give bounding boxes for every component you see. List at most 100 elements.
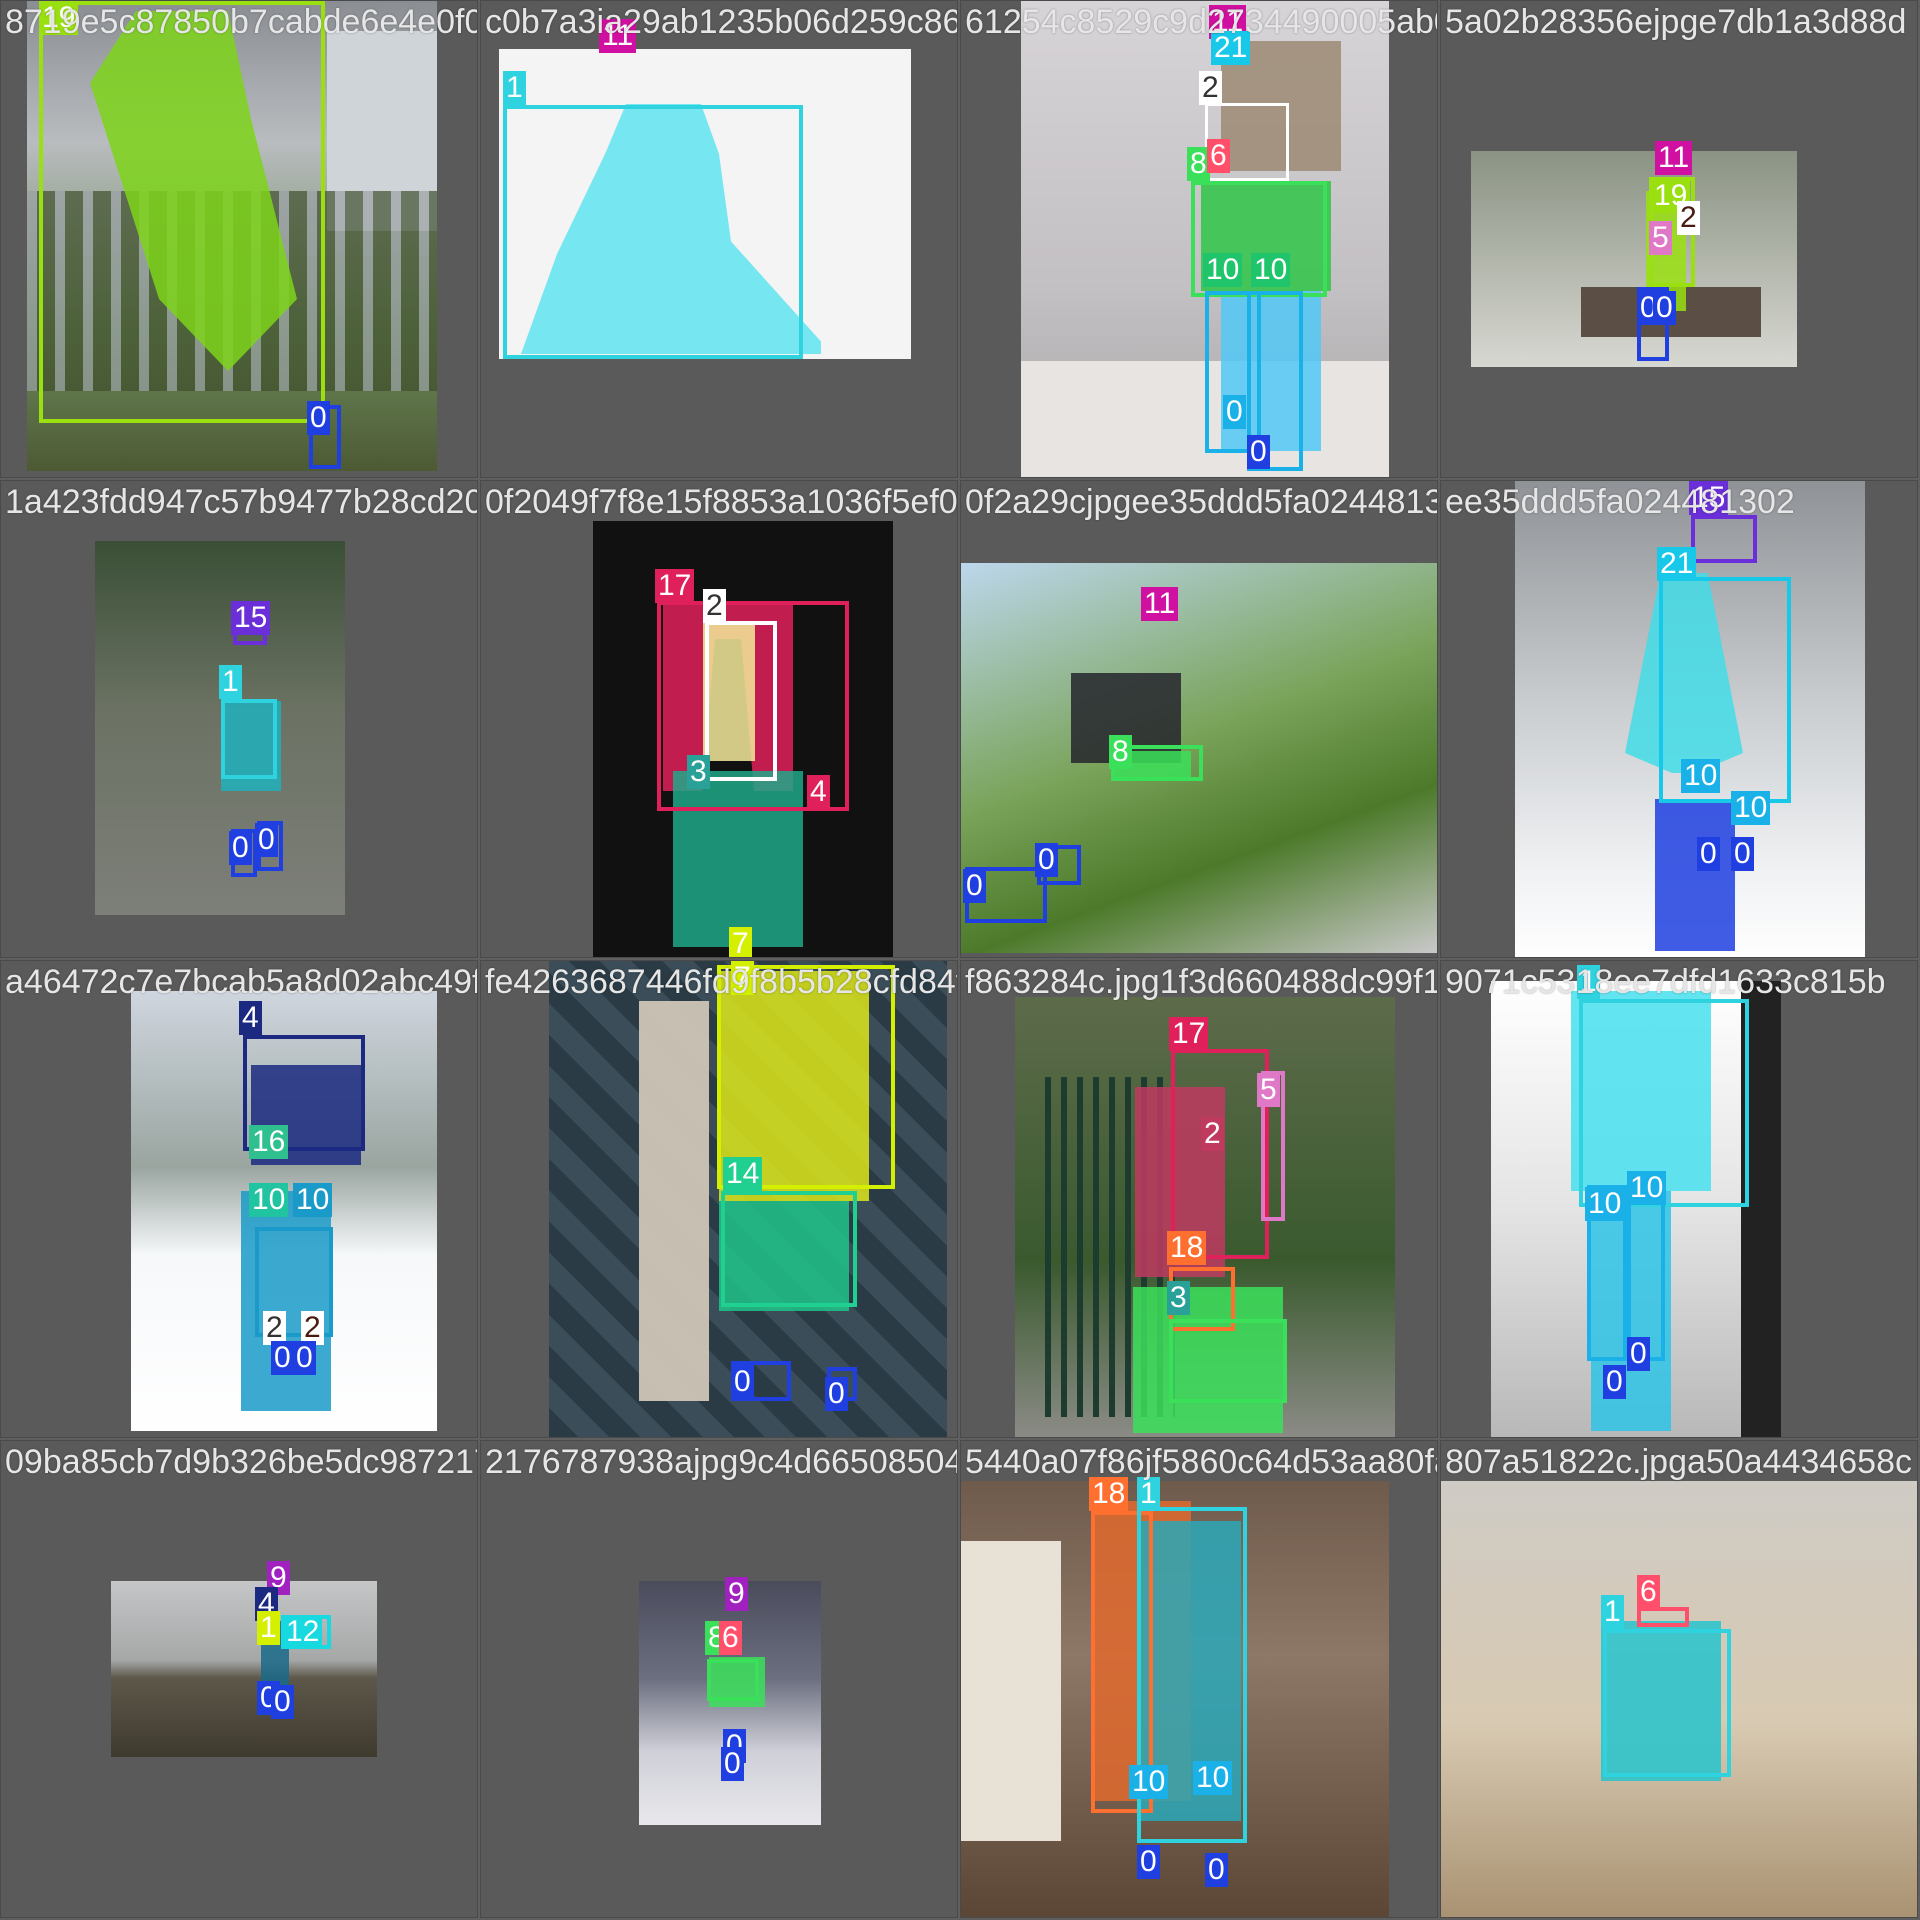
label-18: 18 [1089,1477,1129,1511]
label-2: 2 [703,589,726,623]
label-0: 0 [1627,1337,1650,1371]
label-10: 10 [1585,1187,1625,1221]
label-0: 0 [1247,435,1270,469]
tile-title: 1a423fdd947c57b9477b28cd2043778f15f8853a… [5,483,477,521]
label-1: 1 [1601,1595,1624,1629]
label-2: 2 [301,1311,324,1345]
label-10: 10 [1203,253,1243,287]
label-0: 0 [1697,837,1720,871]
label-2: 2 [1201,1117,1224,1151]
label-17: 17 [1169,1017,1209,1051]
tile-7: 0f2a29cjpgee35ddd5fa024481302 11 8 0 0 [960,480,1438,958]
label-0: 0 [271,1685,294,1719]
label-11: 11 [1655,141,1693,175]
tile-14: 2176787938ajpg9c4d665085045a07e6j5860c64… [480,1440,958,1918]
label-1: 1 [1137,1477,1160,1511]
tile-16: 807a51822c.jpga50a4434658c 1 6 [1440,1440,1918,1918]
label-0: 0 [1223,395,1246,429]
tile-title: 8719e5c87850b7cabde6e4e0f084bf4301 [5,3,477,41]
photo [95,541,345,915]
label-17: 17 [655,569,695,603]
bbox-1 [1603,1629,1731,1777]
label-16: 16 [249,1125,289,1159]
bbox-17 [1171,1049,1269,1259]
label-0: 0 [1653,291,1676,325]
tile-title: a46472c7e7bcab5a8d02abc49f47237a774659da… [5,963,478,1001]
label-3: 3 [1167,1281,1190,1315]
label-0: 0 [255,823,278,857]
label-0: 0 [271,1341,294,1375]
tile-title: 09ba85cb7d9b326be5dc987217b7793bjpg9c4d6… [5,1443,477,1481]
label-6: 6 [1637,1575,1660,1609]
label-0: 0 [1205,1853,1228,1887]
label-4: 4 [239,1001,262,1035]
label-14: 14 [723,1157,763,1191]
label-10: 10 [1193,1761,1233,1795]
label-11: 11 [1141,587,1179,621]
tile-8: ee35ddd5fa024481302 15 21 10 10 0 0 [1440,480,1918,958]
bbox-8 [707,1659,759,1701]
label-5: 5 [1257,1073,1280,1107]
photo [111,1581,377,1757]
tile-title: 0f2049f7f8e15f8853a1036f5ef0751428c.jpg [485,483,958,521]
label-4: 4 [807,775,830,809]
label-0: 0 [963,869,986,903]
label-0: 0 [1603,1365,1626,1399]
label-7: 7 [729,927,752,957]
label-6: 6 [719,1621,742,1655]
bbox-21 [1659,577,1791,803]
tile-9: a46472c7e7bcab5a8d02abc49f47237a774659da… [0,960,478,1438]
label-0: 0 [825,1377,848,1411]
tile-10: fe4263687446fd9f8b5b28cfd84f1f3d660488dc… [480,960,958,1438]
bbox-19 [39,1,325,423]
label-10: 10 [1681,759,1721,793]
tile-3: 61254c8529c9d2734490005ab022350jpeg 11 2… [960,0,1438,478]
label-3: 3 [687,755,710,789]
label-1: 1 [257,1611,280,1645]
label-10: 10 [249,1183,289,1217]
label-9: 9 [725,1577,748,1611]
label-5: 5 [1649,221,1672,255]
bbox-15 [1691,515,1757,563]
photo [639,1581,821,1825]
bbox-2 [705,621,777,781]
tile-title: 2176787938ajpg9c4d665085045a07e6j5860c64… [485,1443,957,1481]
tile-13: 09ba85cb7d9b326be5dc987217b7793bjpg9c4d6… [0,1440,478,1918]
bbox-10 [1627,1179,1665,1361]
tile-6: 0f2049f7f8e15f8853a1036f5ef0751428c.jpg … [480,480,958,958]
tile-title: f863284c.jpg1f3d660488dc99f1c5318ee7dfd1… [965,963,1437,1001]
label-18: 18 [1167,1231,1207,1265]
label-1: 1 [219,665,242,699]
label-0: 0 [1137,1845,1160,1879]
label-0: 0 [1731,837,1754,871]
label-2: 2 [1677,201,1700,235]
tile-1: 8719e5c87850b7cabde6e4e0f084bf4301 19 0 [0,0,478,478]
bbox-1 [221,699,277,779]
label-12: 12 [283,1615,323,1649]
tile-title: fe4263687446fd9f8b5b28cfd84f1f3d660488dc… [485,963,957,1001]
label-0: 0 [721,1747,744,1781]
tile-12: 9071c5318ee7dfd1633c815b 1 10 10 0 0 [1440,960,1918,1438]
bbox-14 [721,1191,857,1307]
tile-2: c0b7a3ia29ab1235b06d259c8629c12734490005… [480,0,958,478]
bbox-6 [1637,1607,1689,1627]
label-0: 0 [307,401,330,435]
tile-title: 0f2a29cjpgee35ddd5fa024481302 [965,483,1438,521]
label-10: 10 [1251,253,1291,287]
label-0: 0 [731,1365,754,1399]
label-10: 10 [1731,791,1771,825]
label-1: 1 [503,71,526,105]
bbox-1 [503,105,803,359]
label-0: 0 [229,831,252,865]
label-10: 10 [1627,1171,1667,1205]
tile-5: 1a423fdd947c57b9477b28cd2043778f15f8853a… [0,480,478,958]
label-0: 0 [293,1341,316,1375]
label-21: 21 [1657,547,1697,581]
photo [1471,151,1797,367]
tile-title: 61254c8529c9d2734490005ab022350jpeg [965,3,1438,41]
label-10: 10 [1129,1765,1169,1799]
label-15: 15 [231,601,271,635]
bbox-3 [1169,1319,1287,1403]
label-0: 0 [1035,843,1058,877]
tile-title: c0b7a3ia29ab1235b06d259c8629c12734490005… [485,3,958,41]
